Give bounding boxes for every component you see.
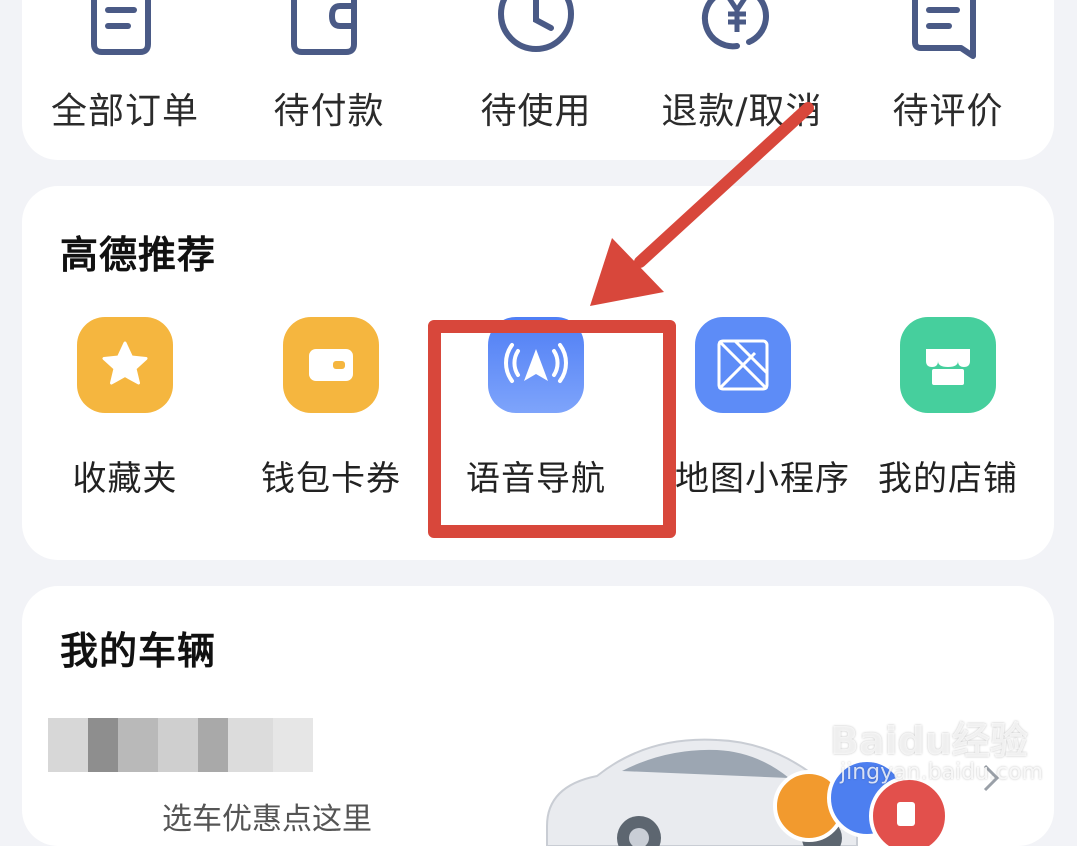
watermark: Baidu经验 jingyan.baidu.com	[830, 706, 1043, 801]
annotation-arrow	[590, 102, 814, 306]
watermark-sub-text: jingyan.baidu.com	[840, 760, 1044, 785]
watermark-main-text: Baidu经验	[830, 719, 1028, 763]
